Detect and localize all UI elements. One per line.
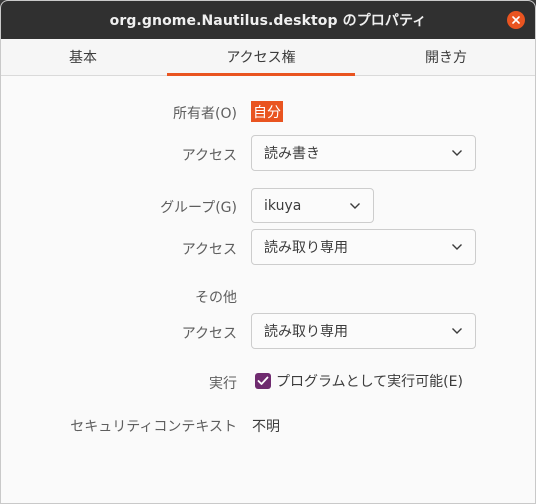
group-dropdown[interactable]: ikuya bbox=[251, 188, 374, 223]
execute-checkbox[interactable] bbox=[255, 373, 271, 389]
group-access-value: 読み取り専用 bbox=[264, 240, 348, 256]
tab-permissions[interactable]: アクセス権 bbox=[165, 39, 357, 76]
titlebar[interactable]: org.gnome.Nautilus.desktop のプロパティ bbox=[1, 1, 535, 39]
group-value: ikuya bbox=[264, 197, 302, 214]
others-access-dropdown[interactable]: 読み取り専用 bbox=[251, 313, 476, 349]
execute-label: 実行 bbox=[209, 376, 237, 392]
security-context-value: 不明 bbox=[252, 419, 280, 435]
owner-access-value: 読み書き bbox=[264, 146, 320, 162]
chevron-down-icon bbox=[350, 202, 360, 209]
tab-basic[interactable]: 基本 bbox=[1, 39, 165, 75]
others-access-label: アクセス bbox=[181, 326, 237, 342]
tab-bar: 基本 アクセス権 開き方 bbox=[1, 39, 535, 76]
properties-window: org.gnome.Nautilus.desktop のプロパティ 基本 アクセ… bbox=[0, 0, 536, 504]
execute-checkbox-row[interactable]: プログラムとして実行可能(E) bbox=[255, 371, 463, 391]
tab-open-with-label: 開き方 bbox=[425, 50, 467, 66]
group-access-dropdown[interactable]: 読み取り専用 bbox=[251, 229, 476, 265]
others-label: その他 bbox=[195, 290, 237, 306]
chevron-down-icon bbox=[452, 328, 462, 334]
checkmark-icon bbox=[257, 376, 269, 385]
close-button[interactable] bbox=[507, 11, 525, 29]
owner-access-label: アクセス bbox=[181, 148, 237, 164]
group-access-label: アクセス bbox=[181, 242, 237, 258]
owner-label: 所有者(O) bbox=[173, 106, 237, 122]
tab-permissions-label: アクセス権 bbox=[226, 50, 296, 66]
chevron-down-icon bbox=[452, 244, 462, 250]
owner-access-dropdown[interactable]: 読み書き bbox=[251, 135, 476, 171]
close-icon bbox=[512, 16, 520, 24]
tab-basic-label: 基本 bbox=[69, 50, 97, 66]
owner-value: 自分 bbox=[251, 101, 283, 122]
tab-open-with[interactable]: 開き方 bbox=[357, 39, 535, 75]
group-label: グループ(G) bbox=[160, 200, 237, 216]
window-title: org.gnome.Nautilus.desktop のプロパティ bbox=[109, 13, 427, 29]
chevron-down-icon bbox=[452, 150, 462, 156]
security-context-label: セキュリティコンテキスト bbox=[70, 419, 237, 435]
execute-checkbox-label: プログラムとして実行可能(E) bbox=[276, 374, 463, 390]
others-access-value: 読み取り専用 bbox=[264, 324, 348, 340]
